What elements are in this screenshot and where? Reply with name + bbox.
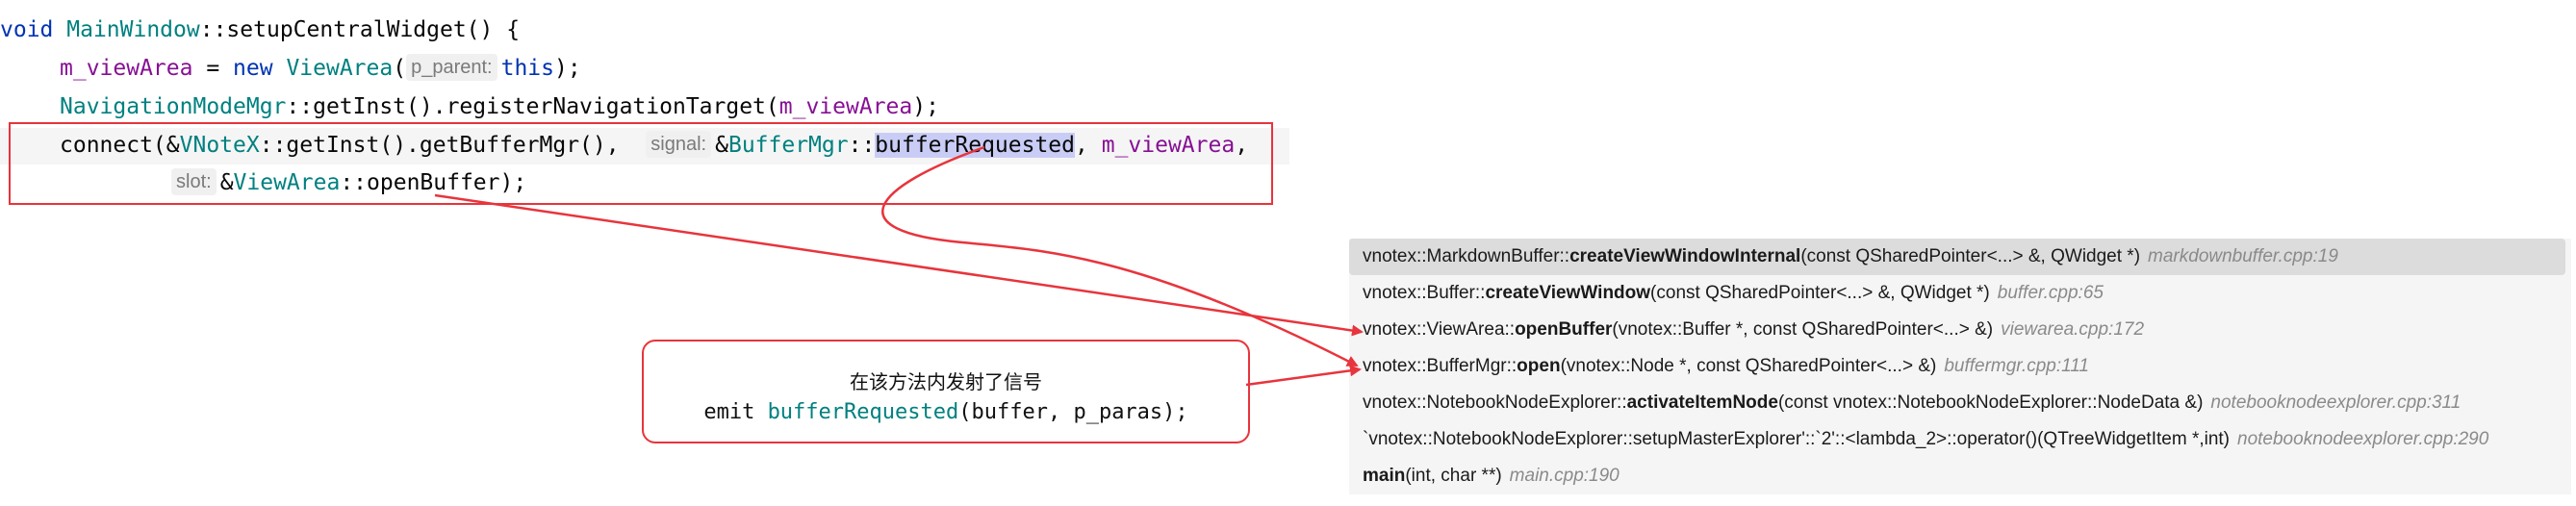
arrow-note-to-stack — [1245, 365, 1362, 387]
arrow-openbuffer-to-stack — [434, 193, 1364, 337]
arrow-signal-to-note — [881, 145, 1359, 367]
annotation-arrows — [434, 145, 1364, 387]
